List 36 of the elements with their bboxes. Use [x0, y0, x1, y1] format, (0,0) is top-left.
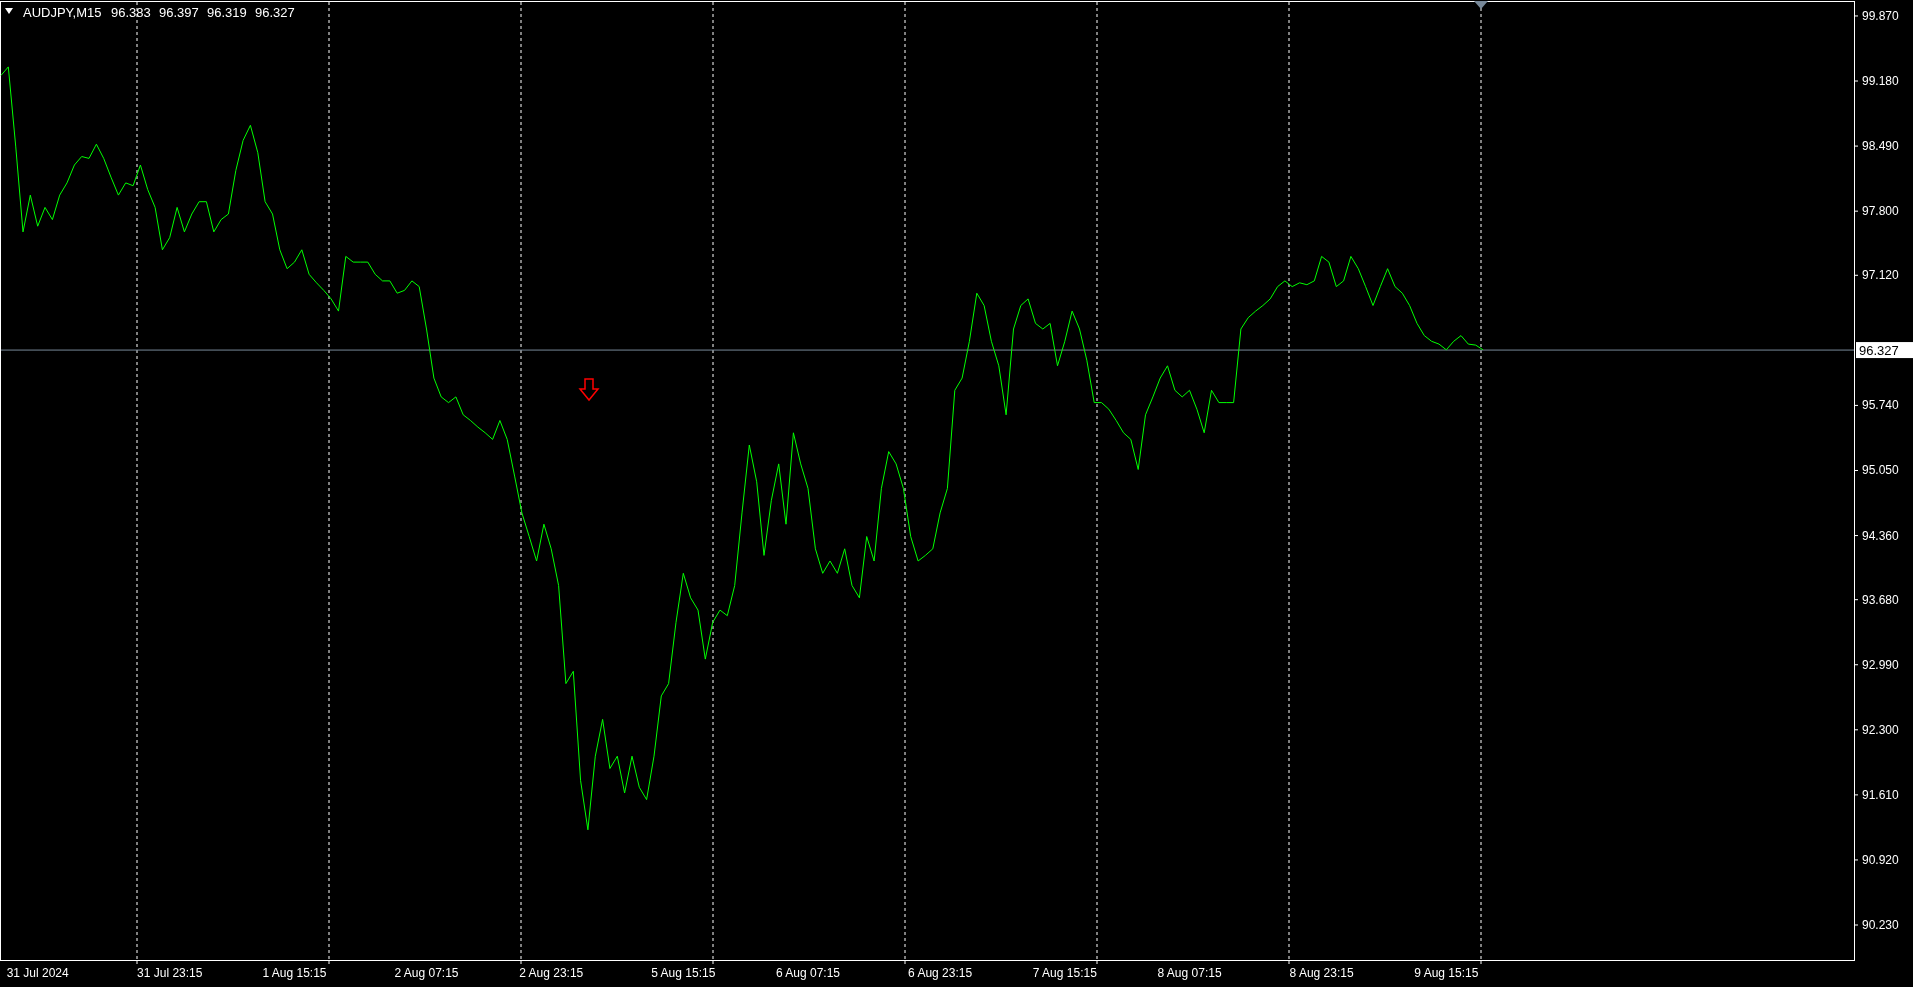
time-axis-label: 8 Aug 07:15: [1157, 966, 1222, 980]
time-axis-label: 2 Aug 23:15: [519, 966, 584, 980]
time-axis-label: 5 Aug 15:15: [651, 966, 716, 980]
time-axis-label: 7 Aug 15:15: [1032, 966, 1097, 980]
time-axis-label: 31 Jul 2024: [6, 966, 69, 980]
price-axis-label: 93.680: [1862, 592, 1899, 607]
time-axis-label: 1 Aug 15:15: [262, 966, 327, 980]
time-axis-label: 6 Aug 07:15: [776, 966, 841, 980]
quote-value: 96.383: [111, 5, 151, 20]
price-axis-label: 97.800: [1862, 204, 1899, 219]
down-arrow-icon: [578, 378, 600, 402]
dropdown-triangle-icon[interactable]: [5, 8, 13, 14]
price-axis-label: 92.990: [1862, 657, 1899, 672]
time-axis-label: 31 Jul 23:15: [137, 966, 203, 980]
price-axis-label: 95.740: [1862, 398, 1899, 413]
time-axis-label: 2 Aug 07:15: [394, 966, 459, 980]
quote-value: 96.319: [207, 5, 247, 20]
time-axis-label: 6 Aug 23:15: [908, 966, 973, 980]
price-axis-label: 99.870: [1862, 8, 1899, 23]
time-axis-label: 8 Aug 23:15: [1289, 966, 1354, 980]
price-axis-label: 92.300: [1862, 722, 1899, 737]
price-axis-label: 90.230: [1862, 918, 1899, 932]
quote-value: 96.327: [255, 5, 295, 20]
price-axis-label: 97.120: [1862, 268, 1899, 283]
symbol-label: AUDJPY,M15: [23, 5, 102, 20]
price-axis-label: 99.180: [1862, 74, 1899, 88]
price-axis-label: 98.490: [1862, 139, 1899, 154]
ref-line-label: 96.327: [1859, 343, 1899, 359]
price-axis-label: 90.920: [1862, 852, 1899, 867]
price-axis-label: 91.610: [1862, 787, 1899, 802]
triangle-marker-icon: [1474, 1, 1488, 9]
price-tag: 96.327: [1856, 342, 1913, 359]
price-axis-label: 94.360: [1862, 528, 1899, 543]
quote-value: 96.397: [159, 5, 199, 20]
time-axis-label: 9 Aug 15:15: [1414, 966, 1479, 980]
price-axis-label: 95.050: [1862, 463, 1899, 478]
